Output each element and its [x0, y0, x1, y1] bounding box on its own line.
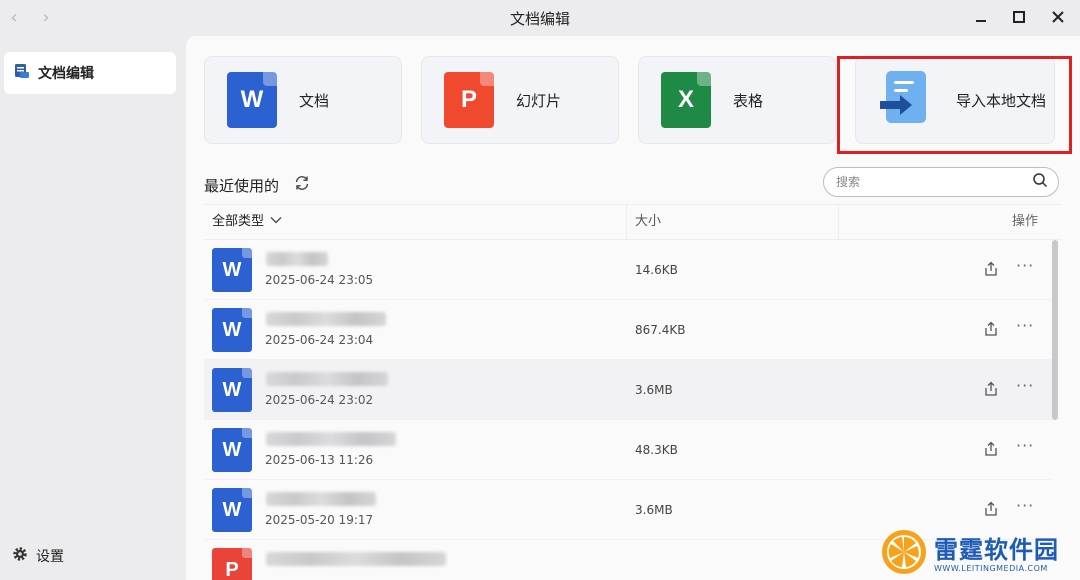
column-divider — [838, 205, 839, 239]
more-options-icon[interactable]: ··· — [1016, 256, 1034, 275]
search-icon[interactable] — [1032, 172, 1048, 192]
share-icon[interactable] — [982, 260, 1000, 278]
word-file-icon: W — [212, 428, 252, 472]
type-filter-dropdown[interactable]: 全部类型 — [212, 205, 282, 239]
file-name-redacted — [266, 372, 388, 386]
more-options-icon[interactable]: ··· — [1016, 436, 1034, 455]
recent-header: 最近使用的 — [204, 174, 311, 196]
file-size: 3.6MB — [635, 383, 673, 397]
chevron-down-icon — [270, 205, 282, 239]
actions-column-header: 操作 — [1012, 214, 1039, 229]
table-row[interactable]: W 2025-06-13 11:26 48.3KB ··· — [204, 420, 1052, 480]
file-name-redacted — [266, 252, 328, 266]
card-label: 幻灯片 — [516, 91, 562, 110]
file-date: 2025-06-24 23:05 — [265, 273, 374, 287]
search-input[interactable] — [836, 175, 1032, 189]
import-local-document-card[interactable]: 导入本地文档 — [855, 56, 1055, 144]
orange-slice-logo-icon — [880, 528, 928, 580]
file-name-redacted — [266, 432, 396, 446]
file-date: 2025-06-24 23:02 — [265, 393, 374, 407]
file-name-redacted — [266, 312, 386, 326]
import-document-icon — [878, 69, 934, 131]
word-file-icon: W — [212, 308, 252, 352]
site-watermark: 雷霆软件园 WWW.LEITINGMEDIA.COM — [880, 528, 1080, 580]
file-date: 2025-06-13 11:26 — [265, 453, 374, 467]
file-size: 3.6MB — [635, 503, 673, 517]
word-file-icon: W — [212, 488, 252, 532]
more-options-icon[interactable]: ··· — [1016, 376, 1034, 395]
share-icon[interactable] — [982, 320, 1000, 338]
sidebar: 文档编辑 设置 — [0, 36, 184, 580]
search-box — [823, 167, 1059, 197]
powerpoint-file-icon: P — [212, 548, 252, 580]
file-table-header: 全部类型 大小 操作 — [204, 204, 1062, 240]
excel-icon: X — [661, 72, 711, 128]
watermark-subtitle: WWW.LEITINGMEDIA.COM — [934, 563, 1048, 573]
card-label: 文档 — [299, 91, 330, 110]
file-size: 14.6KB — [635, 263, 678, 277]
type-filter-label: 全部类型 — [212, 214, 265, 229]
new-document-card[interactable]: W 文档 — [204, 56, 402, 144]
table-row[interactable]: W 2025-06-24 23:02 3.6MB ··· — [204, 360, 1052, 420]
watermark-title: 雷霆软件园 — [934, 535, 1059, 564]
table-row[interactable]: W 2025-06-24 23:04 867.4KB ··· — [204, 300, 1052, 360]
refresh-icon[interactable] — [293, 174, 311, 196]
recent-title: 最近使用的 — [204, 176, 280, 195]
card-label: 导入本地文档 — [956, 91, 1047, 110]
share-icon[interactable] — [982, 380, 1000, 398]
card-label: 表格 — [733, 91, 764, 110]
minimize-icon[interactable] — [970, 6, 992, 28]
window-title: 文档编辑 — [509, 10, 570, 28]
share-icon[interactable] — [982, 500, 1000, 518]
word-file-icon: W — [212, 248, 252, 292]
file-size: 867.4KB — [635, 323, 686, 337]
new-spreadsheet-card[interactable]: X 表格 — [638, 56, 836, 144]
document-edit-icon — [14, 63, 30, 83]
settings-label: 设置 — [36, 549, 64, 565]
word-file-icon: W — [212, 368, 252, 412]
powerpoint-icon: P — [444, 72, 494, 128]
close-icon[interactable] — [1047, 6, 1069, 28]
file-size: 48.3KB — [635, 443, 678, 457]
settings-button[interactable]: 设置 — [12, 546, 64, 566]
more-options-icon[interactable]: ··· — [1016, 496, 1034, 515]
sidebar-item-label: 文档编辑 — [38, 66, 94, 82]
sidebar-item-document-edit[interactable]: 文档编辑 — [4, 52, 176, 94]
share-icon[interactable] — [982, 440, 1000, 458]
word-icon: W — [227, 72, 277, 128]
table-row[interactable]: W 2025-06-24 23:05 14.6KB ··· — [204, 240, 1052, 300]
main-panel: W 文档 P 幻灯片 X 表格 导入本地文档 最近使用的 搜索 全部类型 大小 … — [186, 36, 1080, 580]
file-date: 2025-06-24 23:04 — [265, 333, 374, 347]
file-name-redacted — [266, 552, 446, 566]
gear-icon — [12, 546, 28, 566]
file-name-redacted — [266, 492, 376, 506]
file-date: 2025-05-20 19:17 — [265, 513, 374, 527]
watermark-text: 雷霆软件园 WWW.LEITINGMEDIA.COM — [934, 536, 1059, 573]
title-bar: ‹ › 文档编辑 — [0, 0, 1080, 36]
new-slides-card[interactable]: P 幻灯片 — [421, 56, 619, 144]
more-options-icon[interactable]: ··· — [1016, 316, 1034, 335]
maximize-icon[interactable] — [1008, 6, 1030, 28]
size-column-header: 大小 — [635, 214, 662, 229]
column-divider — [626, 205, 627, 239]
scrollbar[interactable] — [1052, 240, 1058, 420]
